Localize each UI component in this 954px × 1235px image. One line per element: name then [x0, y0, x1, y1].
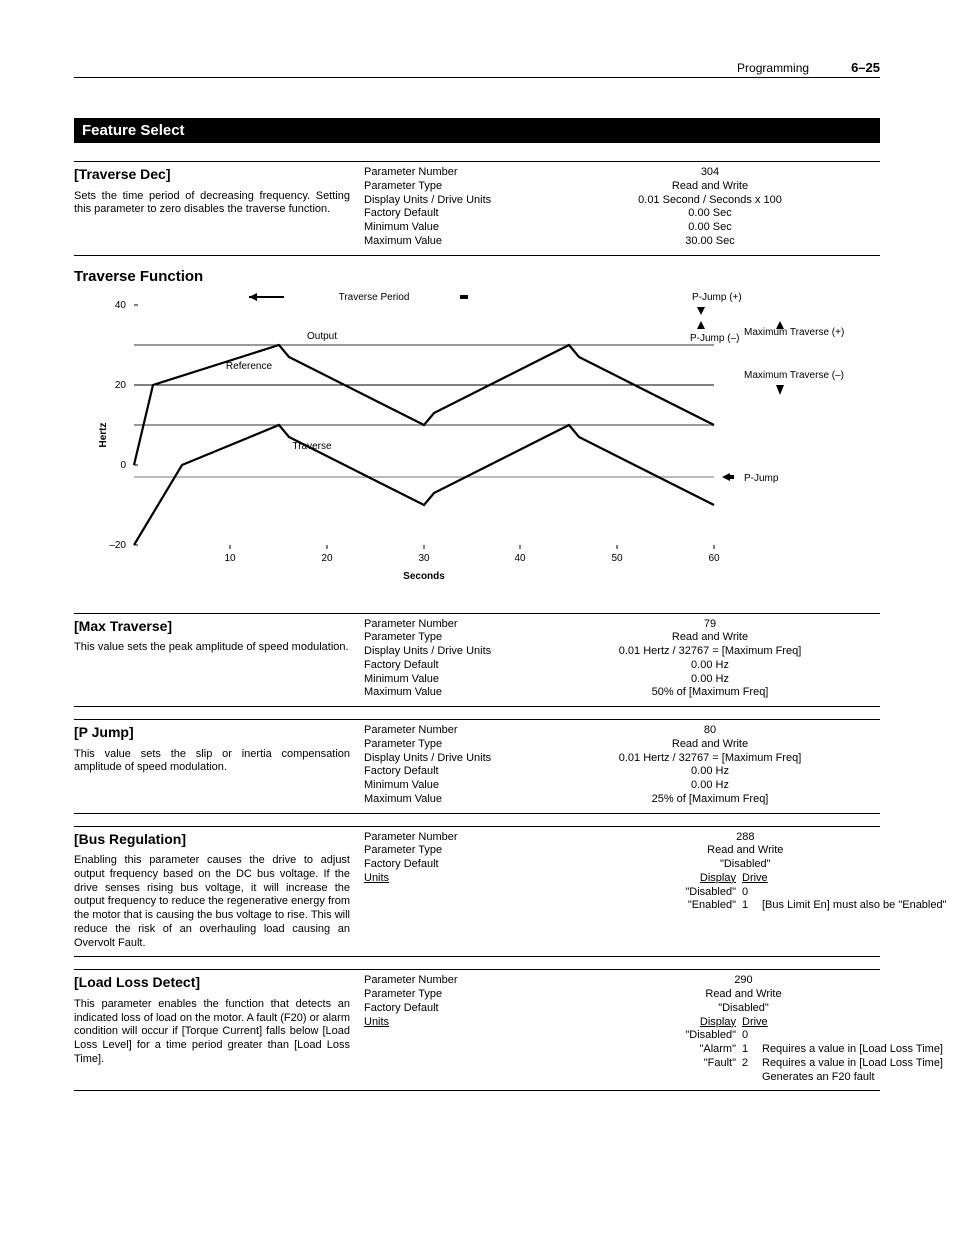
svg-text:50: 50 [611, 553, 623, 564]
param-values: 304 Read and Write 0.01 Second / Seconds… [544, 166, 880, 249]
svg-text:Maximum Traverse (+): Maximum Traverse (+) [744, 327, 844, 338]
svg-text:Output: Output [307, 331, 337, 342]
svg-text:0: 0 [120, 460, 126, 471]
svg-text:–20: –20 [109, 540, 126, 551]
svg-text:P-Jump (+): P-Jump (+) [692, 292, 742, 303]
svg-text:P-Jump: P-Jump [744, 473, 779, 484]
traverse-chart-svg: 40 20 0 –20 10 20 30 40 50 60 Seconds He… [74, 285, 844, 595]
max-traverse-title: [Max Traverse] [74, 618, 350, 636]
svg-text:Seconds: Seconds [403, 571, 445, 582]
svg-text:Reference: Reference [226, 361, 273, 372]
traverse-dec-desc: Sets the time period of decreasing frequ… [74, 190, 350, 218]
p-jump-desc: This value sets the slip or inertia comp… [74, 748, 350, 776]
p-jump-title: [P Jump] [74, 724, 350, 742]
traverse-function-diagram: Traverse Function 40 20 0 –20 10 20 30 4… [74, 268, 880, 595]
svg-text:Traverse Period: Traverse Period [339, 292, 410, 303]
svg-text:Traverse: Traverse [292, 441, 332, 452]
diagram-title: Traverse Function [74, 268, 880, 285]
section-max-traverse: [Max Traverse] This value sets the peak … [74, 613, 880, 708]
svg-text:P-Jump (–): P-Jump (–) [690, 333, 739, 344]
bus-reg-title: [Bus Regulation] [74, 831, 350, 849]
svg-text:60: 60 [708, 553, 720, 564]
section-p-jump: [P Jump] This value sets the slip or ine… [74, 719, 880, 814]
svg-text:30: 30 [418, 553, 430, 564]
page-header: Programming 6–25 [74, 60, 880, 78]
svg-text:Hertz: Hertz [98, 422, 109, 447]
load-loss-title: [Load Loss Detect] [74, 974, 350, 992]
svg-text:20: 20 [321, 553, 333, 564]
header-section: Programming [737, 61, 809, 75]
svg-text:40: 40 [514, 553, 526, 564]
param-labels: Parameter Number Parameter Type Display … [364, 166, 544, 249]
bus-reg-desc: Enabling this parameter causes the drive… [74, 854, 350, 950]
header-page-number: 6–25 [851, 60, 880, 75]
section-bus-regulation: [Bus Regulation] Enabling this parameter… [74, 826, 880, 958]
feature-select-bar: Feature Select [74, 118, 880, 143]
max-traverse-desc: This value sets the peak amplitude of sp… [74, 641, 350, 655]
svg-text:10: 10 [224, 553, 236, 564]
units-label: Units [364, 872, 544, 886]
svg-text:40: 40 [115, 300, 127, 311]
svg-text:20: 20 [115, 380, 127, 391]
svg-text:Maximum Traverse (–): Maximum Traverse (–) [744, 370, 844, 381]
section-load-loss-detect: [Load Loss Detect] This parameter enable… [74, 969, 880, 1091]
traverse-dec-title: [Traverse Dec] [74, 166, 350, 184]
load-loss-desc: This parameter enables the function that… [74, 998, 350, 1067]
section-traverse-dec: [Traverse Dec] Sets the time period of d… [74, 161, 880, 256]
